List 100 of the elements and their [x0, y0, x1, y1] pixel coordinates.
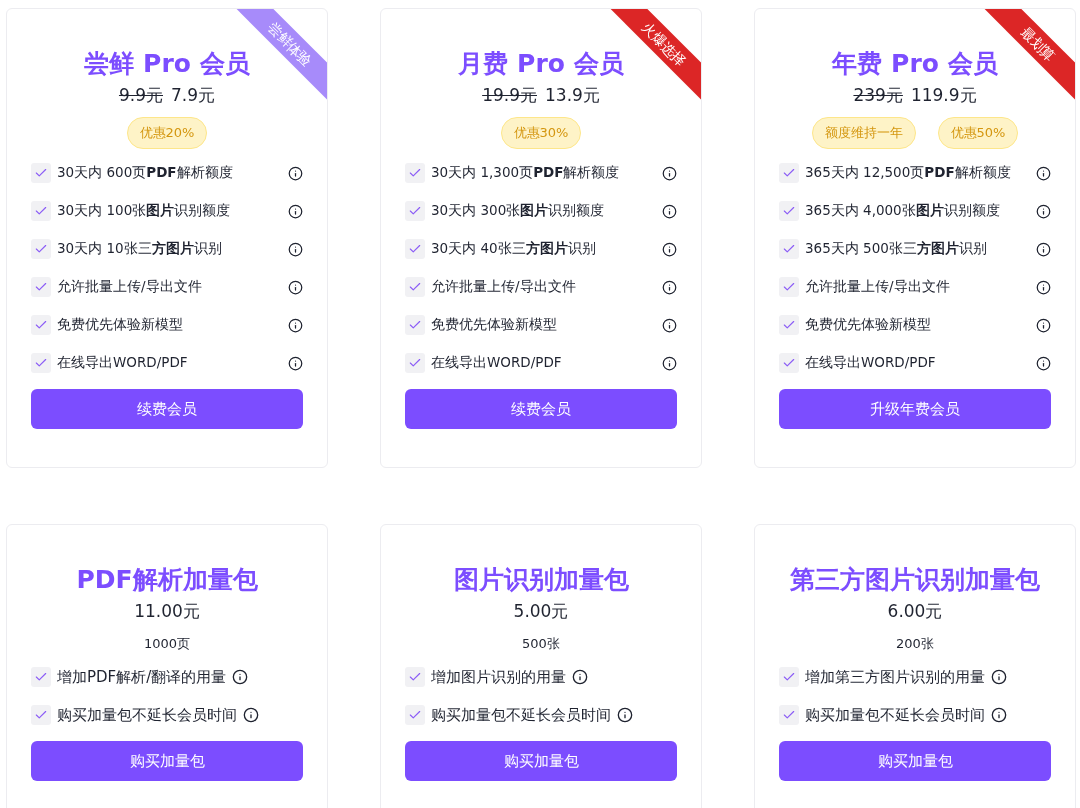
feature-text: 30天内 1,300页PDF解析额度 [431, 164, 620, 182]
info-icon[interactable] [1036, 317, 1051, 333]
original-price: 19.9元 [482, 84, 537, 107]
check-icon [405, 353, 425, 373]
plan-title: 年费 Pro 会员 [832, 48, 998, 80]
discount-badge: 额度维持一年 [811, 117, 916, 149]
info-icon[interactable] [1036, 165, 1051, 181]
feature-text: 30天内 300张图片识别额度 [431, 202, 605, 220]
feature-text: 增加PDF解析/翻译的用量 [57, 667, 227, 687]
info-icon[interactable] [288, 279, 303, 295]
check-icon [31, 277, 51, 297]
info-icon[interactable] [232, 669, 249, 685]
info-icon[interactable] [662, 317, 677, 333]
feature-text: 购买加量包不延长会员时间 [57, 705, 237, 725]
feature-text: 30天内 600页PDF解析额度 [57, 164, 233, 182]
check-icon [405, 315, 425, 335]
feature-text: 免费优先体验新模型 [57, 316, 183, 334]
check-icon [405, 201, 425, 221]
info-icon[interactable] [288, 241, 303, 257]
feature-text: 免费优先体验新模型 [805, 316, 931, 334]
check-icon [31, 705, 51, 725]
feature-text: 在线导出WORD/PDF [431, 354, 562, 372]
feature-text: 购买加量包不延长会员时间 [805, 705, 985, 725]
check-icon [405, 163, 425, 183]
plan-button[interactable]: 续费会员 [405, 389, 677, 429]
feature-text: 在线导出WORD/PDF [57, 354, 188, 372]
info-icon[interactable] [288, 317, 303, 333]
pack-title: 图片识别加量包 [453, 564, 629, 596]
info-icon[interactable] [572, 669, 588, 685]
feature-text: 30天内 40张三方图片识别 [431, 240, 596, 258]
feature-text: 30天内 10张三方图片识别 [57, 240, 222, 258]
pack-amount: 500张 [522, 635, 560, 653]
info-icon[interactable] [1036, 279, 1051, 295]
check-icon [31, 667, 51, 687]
info-icon[interactable] [1036, 203, 1051, 219]
info-icon[interactable] [288, 355, 303, 371]
check-icon [779, 163, 799, 183]
plan-button[interactable]: 升级年费会员 [779, 389, 1051, 429]
feature-text: 允许批量上传/导出文件 [57, 278, 202, 296]
check-icon [779, 353, 799, 373]
check-icon [405, 705, 425, 725]
info-icon[interactable] [991, 669, 1007, 685]
price: 7.9元 [171, 84, 216, 107]
check-icon [405, 277, 425, 297]
pack-amount: 1000页 [143, 635, 191, 653]
feature-text: 允许批量上传/导出文件 [431, 278, 576, 296]
info-icon[interactable] [1036, 355, 1051, 371]
feature-text: 免费优先体验新模型 [431, 316, 557, 334]
info-icon[interactable] [288, 203, 303, 219]
check-icon [405, 239, 425, 259]
info-icon[interactable] [288, 165, 303, 181]
check-icon [31, 353, 51, 373]
discount-badge: 优惠50% [937, 117, 1019, 149]
info-icon[interactable] [617, 707, 633, 723]
plan-title: 月费 Pro 会员 [458, 48, 624, 80]
feature-text: 30天内 100张图片识别额度 [57, 202, 231, 220]
buy-button[interactable]: 购买加量包 [31, 741, 303, 781]
plan-title: 尝鲜 Pro 会员 [84, 48, 250, 80]
plan-button[interactable]: 续费会员 [31, 389, 303, 429]
check-icon [779, 667, 799, 687]
check-icon [405, 667, 425, 687]
price: 5.00元 [513, 600, 569, 623]
check-icon [31, 315, 51, 335]
check-icon [779, 277, 799, 297]
feature-text: 增加第三方图片识别的用量 [805, 667, 985, 687]
original-price: 9.9元 [118, 84, 163, 107]
check-icon [779, 315, 799, 335]
price: 11.00元 [134, 600, 200, 623]
info-icon[interactable] [243, 707, 259, 723]
info-icon[interactable] [662, 279, 677, 295]
feature-text: 允许批量上传/导出文件 [805, 278, 950, 296]
info-icon[interactable] [662, 241, 677, 257]
check-icon [31, 163, 51, 183]
feature-text: 在线导出WORD/PDF [805, 354, 936, 372]
discount-badge: 优惠20% [126, 117, 208, 149]
info-icon[interactable] [1036, 241, 1051, 257]
discount-badge: 优惠30% [500, 117, 582, 149]
info-icon[interactable] [662, 355, 677, 371]
pack-amount: 200张 [896, 635, 934, 653]
check-icon [31, 201, 51, 221]
feature-text: 增加图片识别的用量 [431, 667, 566, 687]
feature-text: 365天内 4,000张图片识别额度 [805, 202, 1000, 220]
info-icon[interactable] [991, 707, 1007, 723]
buy-button[interactable]: 购买加量包 [779, 741, 1051, 781]
check-icon [779, 705, 799, 725]
price: 6.00元 [887, 600, 943, 623]
pack-title: 第三方图片识别加量包 [790, 564, 1040, 596]
info-icon[interactable] [662, 165, 677, 181]
price: 13.9元 [545, 84, 600, 107]
buy-button[interactable]: 购买加量包 [405, 741, 677, 781]
feature-text: 365天内 500张三方图片识别 [805, 240, 987, 258]
feature-text: 购买加量包不延长会员时间 [431, 705, 611, 725]
pack-title: PDF解析加量包 [76, 564, 258, 596]
check-icon [779, 239, 799, 259]
feature-text: 365天内 12,500页PDF解析额度 [805, 164, 1011, 182]
original-price: 239元 [853, 84, 903, 107]
price: 119.9元 [910, 84, 977, 107]
check-icon [31, 239, 51, 259]
check-icon [779, 201, 799, 221]
info-icon[interactable] [662, 203, 677, 219]
